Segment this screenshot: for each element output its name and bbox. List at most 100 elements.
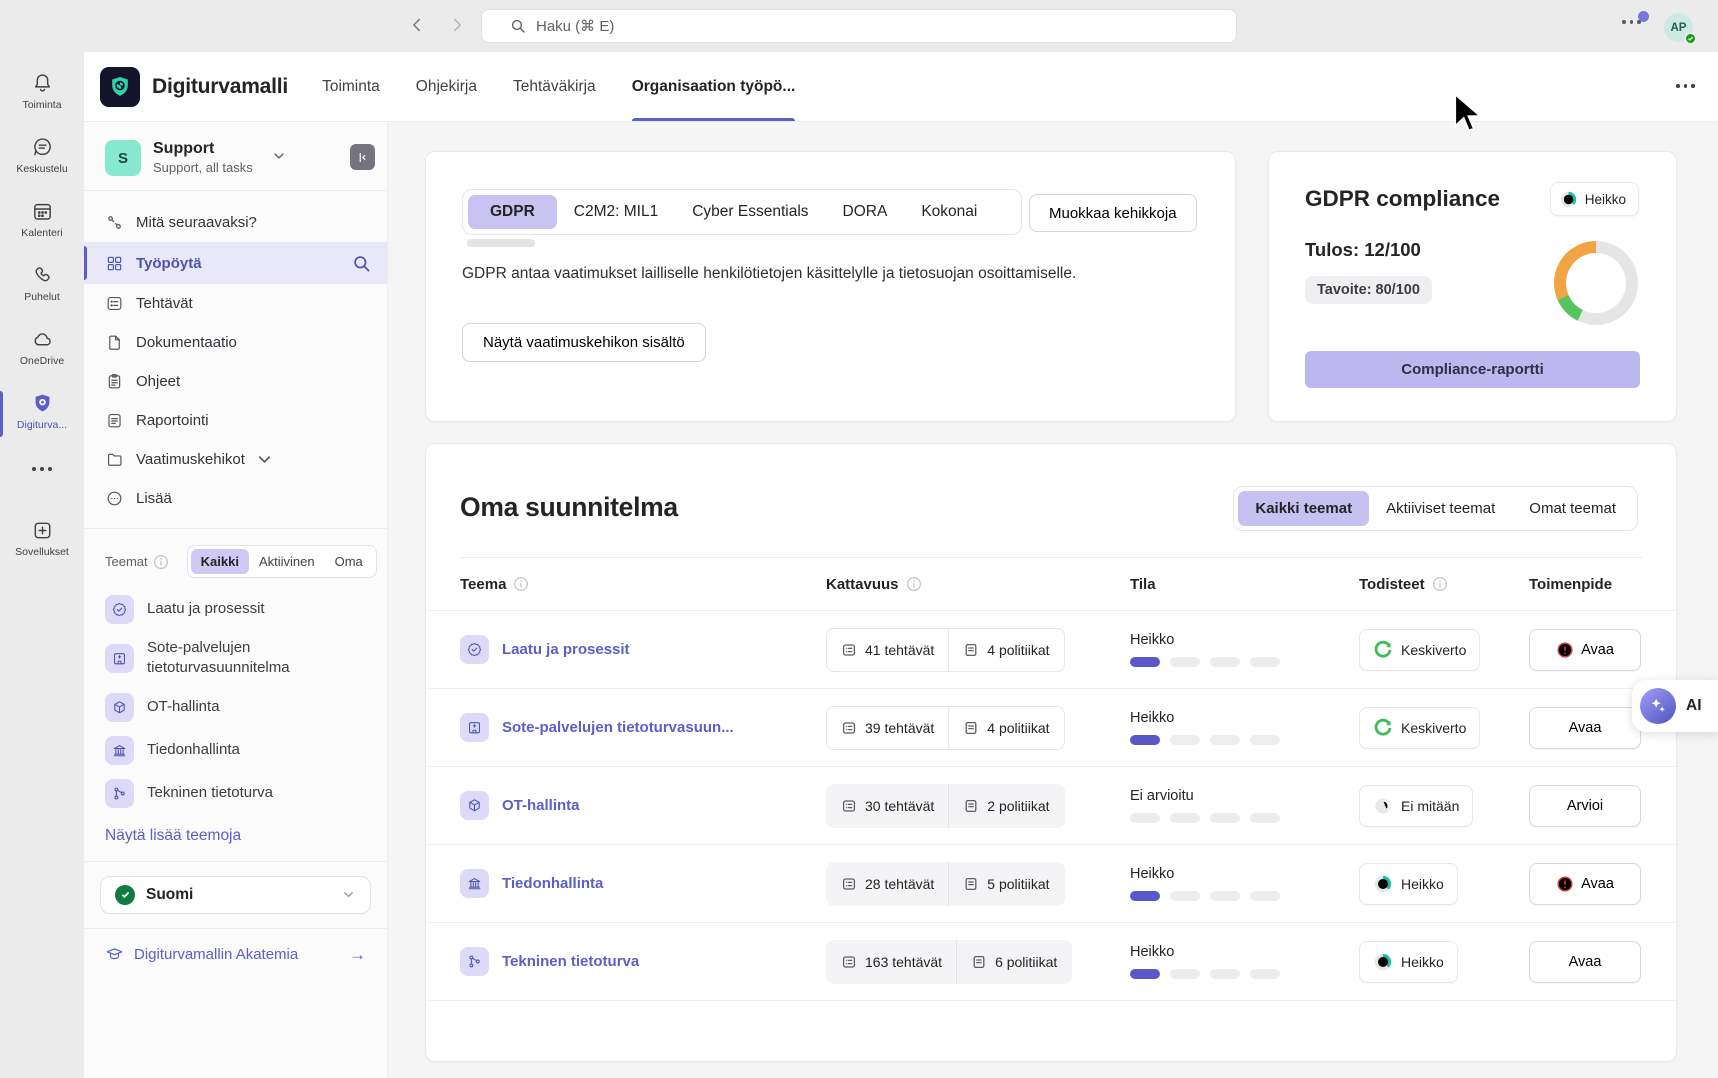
info-icon[interactable]: [906, 576, 922, 592]
hospital-icon: [105, 644, 134, 673]
open-button[interactable]: Avaa: [1529, 941, 1641, 983]
filter-kaikki[interactable]: Kaikki: [191, 549, 249, 574]
compliance-report-button[interactable]: Compliance-raportti: [1305, 351, 1640, 388]
sidebar-item-vaatimuskehikot[interactable]: Vaatimuskehikot: [84, 440, 387, 479]
notification-dot: [1638, 11, 1649, 22]
coverage-pill[interactable]: 41 tehtävät 4 politiikat: [826, 628, 1065, 672]
rail-item-onedrive[interactable]: OneDrive: [0, 321, 84, 385]
graduation-cap-icon: [105, 945, 124, 964]
plan-tab-aktiiviset[interactable]: Aktiiviset teemat: [1369, 491, 1512, 526]
language-selector[interactable]: Suomi: [100, 876, 371, 914]
sidebar-item-dokumentaatio[interactable]: Dokumentaatio: [84, 323, 387, 362]
compliance-card: GDPR compliance Heikko Tulos: 12/100 Tav…: [1268, 151, 1677, 422]
theme-link[interactable]: OT-hallinta: [502, 797, 580, 814]
framework-tab-c2m2[interactable]: C2M2: MIL1: [557, 195, 675, 229]
tabs-scrollbar[interactable]: [467, 239, 535, 247]
filter-aktiivinen[interactable]: Aktiivinen: [249, 549, 325, 574]
open-button[interactable]: Avaa: [1529, 629, 1641, 671]
framework-tabs: GDPR C2M2: MIL1 Cyber Essentials DORA Ko…: [462, 189, 1022, 235]
theme-link[interactable]: Tiedonhallinta: [502, 875, 603, 892]
search-input[interactable]: [536, 18, 836, 35]
show-framework-content-button[interactable]: Näytä vaatimuskehikon sisältö: [462, 323, 706, 362]
framework-tab-gdpr[interactable]: GDPR: [468, 195, 557, 229]
tab-organisaation-tyopoyta[interactable]: Organisaation työpö...: [632, 52, 796, 121]
nodes-icon: [460, 947, 489, 976]
sidebar-item-raportointi[interactable]: Raportointi: [84, 401, 387, 440]
search-icon[interactable]: [352, 254, 371, 273]
sidebar-item-whats-next[interactable]: Mitä seuraavaksi?: [84, 203, 387, 242]
cloud-icon: [31, 328, 54, 351]
filter-oma[interactable]: Oma: [325, 549, 373, 574]
sidebar-theme-ot[interactable]: OT-hallinta: [84, 686, 387, 729]
compliance-donut: [1554, 241, 1638, 325]
evidence-pill[interactable]: Heikko: [1359, 941, 1458, 983]
back-icon[interactable]: [408, 16, 426, 34]
framework-tab-dora[interactable]: DORA: [826, 195, 905, 229]
info-icon[interactable]: [513, 576, 529, 592]
org-switcher[interactable]: S Support Support, all tasks: [84, 122, 387, 190]
plan-tab-kaikki[interactable]: Kaikki teemat: [1238, 491, 1369, 526]
show-more-themes-link[interactable]: Näytä lisää teemoja: [84, 815, 387, 861]
rail-more-button[interactable]: [0, 449, 84, 489]
info-icon[interactable]: [153, 554, 169, 570]
open-button[interactable]: Avaa: [1529, 707, 1641, 749]
rail-item-apps[interactable]: Sovellukset: [0, 512, 84, 576]
theme-link[interactable]: Sote-palvelujen tietoturvasuun...: [502, 719, 734, 736]
tab-toiminta[interactable]: Toiminta: [322, 52, 380, 121]
coverage-pill[interactable]: 163 tehtävät 6 politiikat: [826, 940, 1072, 984]
plan-card: Oma suunnitelma Kaikki teemat Aktiiviset…: [425, 443, 1677, 1062]
sidebar-theme-sote[interactable]: Sote-palvelujen tietoturvasuunnitelma: [84, 631, 387, 686]
plan-tab-omat[interactable]: Omat teemat: [1512, 491, 1633, 526]
rail-item-activity[interactable]: Toiminta: [0, 65, 84, 129]
rail-item-chat[interactable]: Keskustelu: [0, 129, 84, 193]
theme-link[interactable]: Tekninen tietoturva: [502, 953, 639, 970]
topbar-more-button[interactable]: [1622, 20, 1641, 24]
rail-item-digiturva[interactable]: Digiturva...: [0, 385, 84, 449]
evidence-pill[interactable]: Heikko: [1359, 863, 1458, 905]
coverage-pill[interactable]: 39 tehtävät 4 politiikat: [826, 706, 1065, 750]
framework-tab-kokonaisuus[interactable]: Kokonai: [904, 195, 994, 229]
main-content: GDPR C2M2: MIL1 Cyber Essentials DORA Ko…: [388, 122, 1718, 1078]
teams-window: AP Toiminta Keskustelu Kalenteri Puhelut…: [0, 0, 1718, 1078]
framework-tab-cyber-essentials[interactable]: Cyber Essentials: [675, 195, 825, 229]
app-logo: [100, 67, 140, 107]
assess-button[interactable]: Arvioi: [1529, 785, 1641, 827]
rail-item-calls[interactable]: Puhelut: [0, 257, 84, 321]
org-avatar: S: [105, 140, 141, 176]
sidebar-item-tehtavat[interactable]: Tehtävät: [84, 284, 387, 323]
sidebar-theme-tiedonhallinta[interactable]: Tiedonhallinta: [84, 729, 387, 772]
evidence-pill[interactable]: Keskiverto: [1359, 629, 1480, 671]
theme-link[interactable]: Laatu ja prosessit: [502, 641, 630, 658]
tab-tehtavakirja[interactable]: Tehtäväkirja: [513, 52, 596, 121]
plan-tabs: Kaikki teemat Aktiiviset teemat Omat tee…: [1233, 486, 1638, 531]
app-more-button[interactable]: [1676, 84, 1695, 88]
status-label: Heikko: [1130, 632, 1359, 648]
forward-icon[interactable]: [448, 16, 466, 34]
table-header: Teema Kattavuus Tila Todisteet Toimenpid…: [426, 558, 1676, 610]
language-value: Suomi: [146, 886, 330, 904]
evidence-pill[interactable]: Ei mitään: [1359, 785, 1473, 827]
coverage-pill[interactable]: 30 tehtävät 2 politiikat: [826, 784, 1065, 828]
report-icon: [105, 411, 124, 430]
edit-frameworks-button[interactable]: Muokkaa kehikkoja: [1029, 194, 1197, 232]
sidebar: S Support Support, all tasks Mitä seuraa…: [84, 122, 388, 1078]
sidebar-item-tyopoyta[interactable]: Työpöytä: [84, 242, 387, 284]
app-header: Digiturvamalli Toiminta Ohjekirja Tehtäv…: [84, 52, 1718, 122]
info-icon[interactable]: [1432, 576, 1448, 592]
tab-ohjekirja[interactable]: Ohjekirja: [416, 52, 477, 121]
collapse-sidebar-button[interactable]: [350, 144, 375, 170]
sidebar-theme-laatu[interactable]: Laatu ja prosessit: [84, 588, 387, 631]
ai-assistant-button[interactable]: AI: [1632, 680, 1718, 732]
sidebar-item-lisaa[interactable]: Lisää: [84, 479, 387, 518]
rail-item-calendar[interactable]: Kalenteri: [0, 193, 84, 257]
coverage-pill[interactable]: 28 tehtävät 5 politiikat: [826, 862, 1065, 906]
teams-search[interactable]: [481, 9, 1237, 43]
sidebar-item-ohjeet[interactable]: Ohjeet: [84, 362, 387, 401]
academy-link[interactable]: Digiturvamallin Akatemia →: [84, 929, 387, 981]
gauge-icon: [1373, 952, 1393, 972]
tasks-icon: [841, 642, 857, 658]
sidebar-theme-tekninen[interactable]: Tekninen tietoturva: [84, 772, 387, 815]
open-button[interactable]: Avaa: [1529, 863, 1641, 905]
policies-icon: [963, 798, 979, 814]
evidence-pill[interactable]: Keskiverto: [1359, 707, 1480, 749]
